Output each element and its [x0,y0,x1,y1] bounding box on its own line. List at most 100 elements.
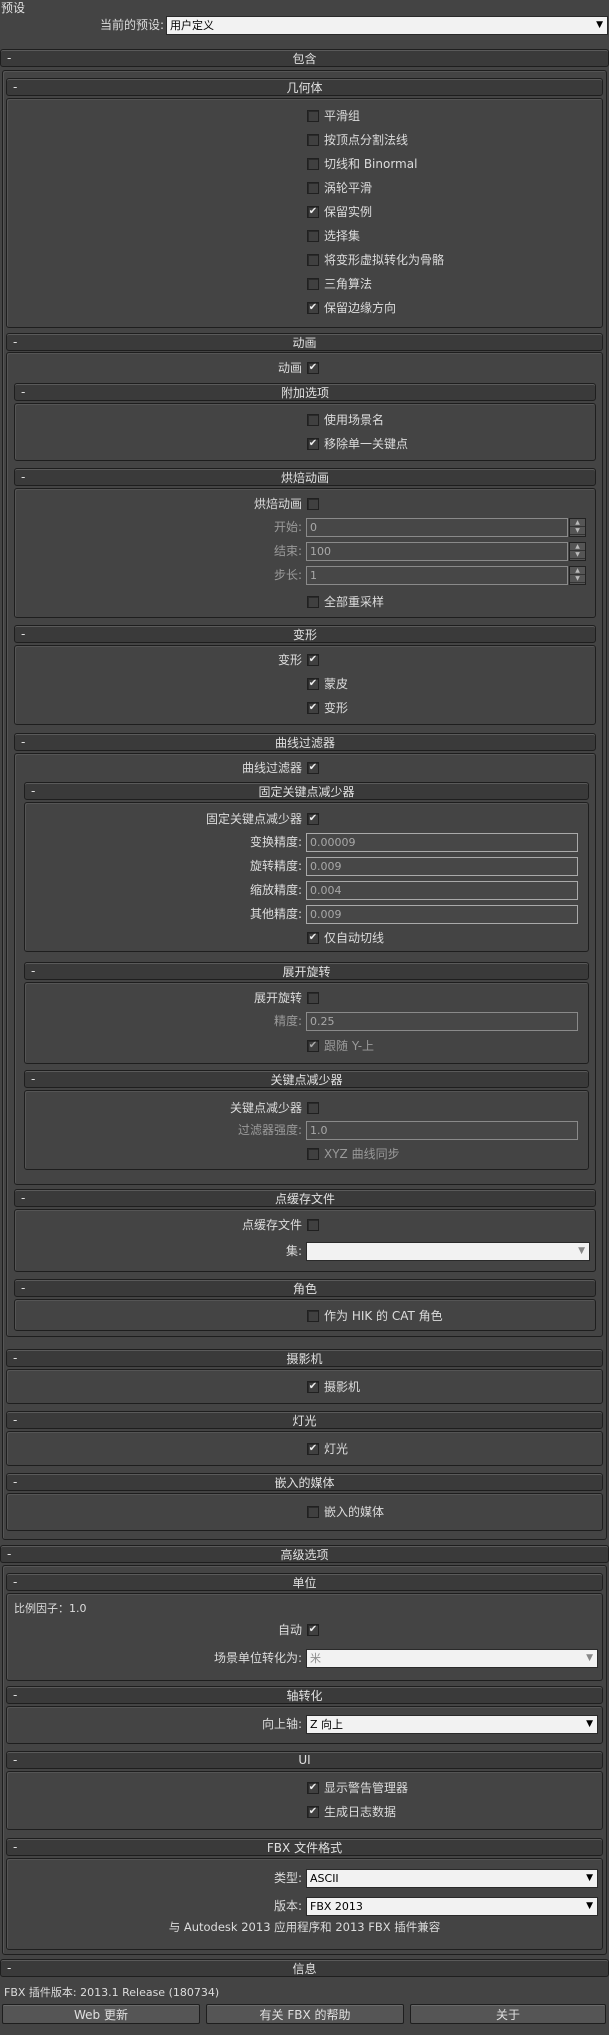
animation-label: 动画 [277,361,302,375]
generate-log-checkbox[interactable]: ✔ [307,1806,319,1818]
cameras-checkbox[interactable]: ✔ [307,1381,319,1393]
convert-dummies-checkbox[interactable] [307,254,319,266]
ui-header[interactable]: - UI [6,1751,603,1769]
remove-single-key-checkbox[interactable]: ✔ [307,438,319,450]
geometry-title: 几何体 [286,80,323,95]
unroll-precision-input[interactable]: 0.25 [306,1012,578,1031]
up-axis-dropdown[interactable]: Z 向上 ▼ [306,1715,598,1734]
scaling-precision-label: 缩放精度: [249,883,302,897]
check-icon: ✔ [308,654,318,665]
preserve-instances-checkbox[interactable]: ✔ [307,206,319,218]
auto-tangents-only-label: 仅自动切线 [324,931,385,945]
bake-step-input[interactable]: 1 [306,566,568,585]
units-title: 单位 [292,1575,317,1590]
collapse-icon: - [21,1191,26,1205]
point-cache-header[interactable]: - 点缓存文件 [14,1189,596,1207]
key-reducer-header[interactable]: - 关键点减少器 [24,1070,589,1088]
fbx-version-dropdown[interactable]: FBX 2013 ▼ [306,1897,598,1916]
embed-media-checkbox[interactable] [307,1506,319,1518]
unroll-rotations-header[interactable]: - 展开旋转 [24,962,589,980]
tangents-binormals-checkbox[interactable] [307,158,319,170]
point-cache-set-dropdown[interactable]: ▼ [306,1242,590,1261]
deformations-group [14,645,596,725]
include-rollout-header[interactable]: - 包含 [0,49,609,67]
units-auto-checkbox[interactable]: ✔ [307,1624,319,1636]
selection-sets-checkbox[interactable] [307,230,319,242]
xyz-curve-sync-checkbox[interactable] [307,1148,319,1160]
ui-group [6,1771,603,1830]
cameras-header[interactable]: - 摄影机 [6,1349,603,1367]
preset-dropdown[interactable]: 用户定义 ▼ [166,16,608,35]
geometry-rollout-header[interactable]: - 几何体 [6,78,603,96]
constant-key-reducer-label: 固定关键点减少器 [205,812,302,826]
turbosmooth-checkbox[interactable] [307,182,319,194]
constant-key-reducer-header[interactable]: - 固定关键点减少器 [24,782,589,800]
curve-filters-checkbox[interactable]: ✔ [307,762,319,774]
skins-checkbox[interactable]: ✔ [307,678,319,690]
spinner-down-icon: ▼ [570,575,585,583]
bake-start-input[interactable]: 0 [306,518,568,537]
cameras-group [6,1369,603,1404]
show-warnings-checkbox[interactable]: ✔ [307,1782,319,1794]
animation-checkbox[interactable]: ✔ [307,362,319,374]
bake-end-input[interactable]: 100 [306,542,568,561]
bake-animation-header[interactable]: - 烘焙动画 [14,468,596,486]
hik-cat-checkbox[interactable] [307,1310,319,1322]
animation-title: 动画 [292,335,317,350]
hik-cat-label: 作为 HIK 的 CAT 角色 [324,1309,443,1323]
triangulate-checkbox[interactable] [307,278,319,290]
auto-tangents-only-checkbox[interactable]: ✔ [307,932,319,944]
scene-units-dropdown[interactable]: 米 ▼ [306,1649,598,1668]
follow-y-up-checkbox[interactable]: ✔ [307,1040,319,1052]
bake-end-label: 结束: [273,544,302,558]
deformations-label: 变形 [277,653,302,667]
fbx-help-button[interactable]: 有关 FBX 的帮助 [206,2004,404,2024]
bake-step-spinner[interactable]: ▲ ▼ [569,566,586,585]
point-cache-checkbox[interactable] [307,1219,319,1231]
info-header[interactable]: - 信息 [0,1959,609,1977]
chevron-down-icon: ▼ [586,1719,593,1729]
split-normals-label: 按顶点分割法线 [324,133,409,147]
about-button[interactable]: 关于 [410,2004,606,2024]
selection-sets-label: 选择集 [324,229,361,243]
characters-header[interactable]: - 角色 [14,1279,596,1297]
advanced-options-header[interactable]: - 高级选项 [0,1545,609,1563]
unroll-rotations-checkbox[interactable] [307,992,319,1004]
bake-start-spinner[interactable]: ▲ ▼ [569,518,586,537]
bake-end-spinner[interactable]: ▲ ▼ [569,542,586,561]
file-type-label: 类型: [273,1871,302,1885]
other-precision-input[interactable]: 0.009 [306,905,578,924]
preserve-edge-orientation-checkbox[interactable]: ✔ [307,302,319,314]
split-normals-checkbox[interactable] [307,134,319,146]
preset-dropdown-value: 用户定义 [170,19,214,32]
rotation-precision-input[interactable]: 0.009 [306,857,578,876]
deformations-header[interactable]: - 变形 [14,625,596,643]
curve-filters-header[interactable]: - 曲线过滤器 [14,733,596,751]
curve-filters-label: 曲线过滤器 [241,761,302,775]
lights-checkbox[interactable]: ✔ [307,1443,319,1455]
curve-filters-title: 曲线过滤器 [274,735,335,750]
use-scene-name-checkbox[interactable] [307,414,319,426]
translation-precision-input[interactable]: 0.00009 [306,833,578,852]
fbx-file-format-header[interactable]: - FBX 文件格式 [6,1838,603,1856]
web-update-button[interactable]: Web 更新 [2,2004,200,2024]
key-reducer-checkbox[interactable] [307,1102,319,1114]
info-title: 信息 [292,1961,317,1976]
embed-media-header[interactable]: - 嵌入的媒体 [6,1473,603,1491]
extra-options-header[interactable]: - 附加选项 [14,383,596,401]
scaling-precision-input[interactable]: 0.004 [306,881,578,900]
axis-conversion-header[interactable]: - 轴转化 [6,1686,603,1704]
animation-rollout-header[interactable]: - 动画 [6,333,603,351]
filter-strength-input[interactable]: 1.0 [306,1121,578,1140]
bake-animation-checkbox[interactable] [307,498,319,510]
resample-all-checkbox[interactable] [307,596,319,608]
embed-media-group [6,1493,603,1531]
morphs-checkbox[interactable]: ✔ [307,702,319,714]
deformations-checkbox[interactable]: ✔ [307,654,319,666]
smoothing-groups-checkbox[interactable] [307,110,319,122]
file-type-dropdown[interactable]: ASCII ▼ [306,1869,598,1888]
lights-header[interactable]: - 灯光 [6,1411,603,1429]
extra-options-title: 附加选项 [280,385,329,400]
units-header[interactable]: - 单位 [6,1573,603,1591]
constant-key-reducer-checkbox[interactable]: ✔ [307,813,319,825]
